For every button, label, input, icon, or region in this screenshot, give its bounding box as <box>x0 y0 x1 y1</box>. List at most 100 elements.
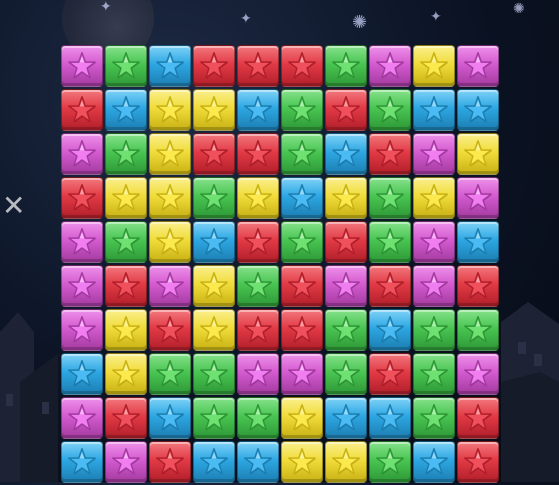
star-tile-purple[interactable] <box>61 397 103 439</box>
star-tile-purple[interactable] <box>281 353 323 395</box>
star-tile-green[interactable] <box>193 177 235 219</box>
star-tile-green[interactable] <box>325 45 367 87</box>
star-tile-green[interactable] <box>369 441 411 483</box>
star-tile-red[interactable] <box>369 133 411 175</box>
star-tile-yellow[interactable] <box>193 89 235 131</box>
star-tile-purple[interactable] <box>413 221 455 263</box>
star-tile-yellow[interactable] <box>281 441 323 483</box>
star-tile-blue[interactable] <box>457 89 499 131</box>
star-tile-green[interactable] <box>369 89 411 131</box>
star-tile-green[interactable] <box>149 353 191 395</box>
star-tile-purple[interactable] <box>457 353 499 395</box>
star-tile-green[interactable] <box>413 397 455 439</box>
star-tile-blue[interactable] <box>457 221 499 263</box>
star-tile-red[interactable] <box>281 265 323 307</box>
star-tile-red[interactable] <box>193 45 235 87</box>
star-tile-green[interactable] <box>193 353 235 395</box>
star-tile-red[interactable] <box>105 265 147 307</box>
star-tile-blue[interactable] <box>61 441 103 483</box>
star-tile-red[interactable] <box>237 133 279 175</box>
star-tile-red[interactable] <box>281 309 323 351</box>
star-tile-red[interactable] <box>61 177 103 219</box>
star-tile-green[interactable] <box>413 309 455 351</box>
star-tile-yellow[interactable] <box>457 133 499 175</box>
star-tile-blue[interactable] <box>149 45 191 87</box>
star-tile-yellow[interactable] <box>105 177 147 219</box>
star-tile-blue[interactable] <box>413 441 455 483</box>
star-tile-blue[interactable] <box>61 353 103 395</box>
star-tile-purple[interactable] <box>413 265 455 307</box>
star-tile-yellow[interactable] <box>149 177 191 219</box>
star-tile-blue[interactable] <box>237 441 279 483</box>
star-tile-yellow[interactable] <box>105 353 147 395</box>
star-tile-green[interactable] <box>105 45 147 87</box>
star-tile-red[interactable] <box>369 353 411 395</box>
star-tile-blue[interactable] <box>105 89 147 131</box>
star-tile-purple[interactable] <box>325 265 367 307</box>
star-tile-yellow[interactable] <box>105 309 147 351</box>
star-tile-red[interactable] <box>457 397 499 439</box>
star-tile-yellow[interactable] <box>325 441 367 483</box>
star-tile-yellow[interactable] <box>325 177 367 219</box>
star-tile-yellow[interactable] <box>237 177 279 219</box>
star-tile-blue[interactable] <box>281 177 323 219</box>
star-tile-red[interactable] <box>237 309 279 351</box>
star-tile-green[interactable] <box>193 397 235 439</box>
star-tile-purple[interactable] <box>149 265 191 307</box>
star-tile-green[interactable] <box>281 221 323 263</box>
star-tile-green[interactable] <box>237 265 279 307</box>
star-tile-purple[interactable] <box>457 45 499 87</box>
star-tile-blue[interactable] <box>413 89 455 131</box>
star-tile-green[interactable] <box>457 309 499 351</box>
star-tile-blue[interactable] <box>325 397 367 439</box>
star-tile-green[interactable] <box>237 397 279 439</box>
star-tile-red[interactable] <box>457 265 499 307</box>
star-tile-yellow[interactable] <box>149 133 191 175</box>
star-tile-green[interactable] <box>325 309 367 351</box>
star-tile-green[interactable] <box>105 133 147 175</box>
star-tile-red[interactable] <box>105 397 147 439</box>
star-tile-yellow[interactable] <box>413 177 455 219</box>
star-tile-green[interactable] <box>281 133 323 175</box>
star-tile-red[interactable] <box>237 45 279 87</box>
star-tile-purple[interactable] <box>61 265 103 307</box>
star-tile-red[interactable] <box>369 265 411 307</box>
star-tile-red[interactable] <box>149 309 191 351</box>
star-tile-blue[interactable] <box>369 309 411 351</box>
star-tile-purple[interactable] <box>61 45 103 87</box>
star-tile-purple[interactable] <box>413 133 455 175</box>
star-tile-purple[interactable] <box>457 177 499 219</box>
star-tile-yellow[interactable] <box>149 221 191 263</box>
star-tile-red[interactable] <box>457 441 499 483</box>
star-tile-blue[interactable] <box>149 397 191 439</box>
star-tile-purple[interactable] <box>61 309 103 351</box>
star-tile-red[interactable] <box>149 441 191 483</box>
star-tile-blue[interactable] <box>193 221 235 263</box>
star-tile-red[interactable] <box>193 133 235 175</box>
star-tile-yellow[interactable] <box>281 397 323 439</box>
star-tile-yellow[interactable] <box>193 265 235 307</box>
star-tile-yellow[interactable] <box>193 309 235 351</box>
star-tile-green[interactable] <box>369 221 411 263</box>
star-tile-red[interactable] <box>325 221 367 263</box>
star-tile-purple[interactable] <box>237 353 279 395</box>
star-tile-purple[interactable] <box>61 221 103 263</box>
star-tile-green[interactable] <box>369 177 411 219</box>
star-tile-yellow[interactable] <box>149 89 191 131</box>
star-tile-green[interactable] <box>281 89 323 131</box>
star-tile-green[interactable] <box>413 353 455 395</box>
star-tile-purple[interactable] <box>61 133 103 175</box>
star-tile-blue[interactable] <box>325 133 367 175</box>
star-tile-blue[interactable] <box>193 441 235 483</box>
star-tile-red[interactable] <box>61 89 103 131</box>
star-tile-purple[interactable] <box>369 45 411 87</box>
star-tile-blue[interactable] <box>237 89 279 131</box>
star-tile-red[interactable] <box>237 221 279 263</box>
star-tile-red[interactable] <box>281 45 323 87</box>
star-tile-blue[interactable] <box>369 397 411 439</box>
star-tile-green[interactable] <box>325 353 367 395</box>
star-tile-yellow[interactable] <box>413 45 455 87</box>
star-tile-green[interactable] <box>105 221 147 263</box>
star-tile-purple[interactable] <box>105 441 147 483</box>
star-tile-red[interactable] <box>325 89 367 131</box>
